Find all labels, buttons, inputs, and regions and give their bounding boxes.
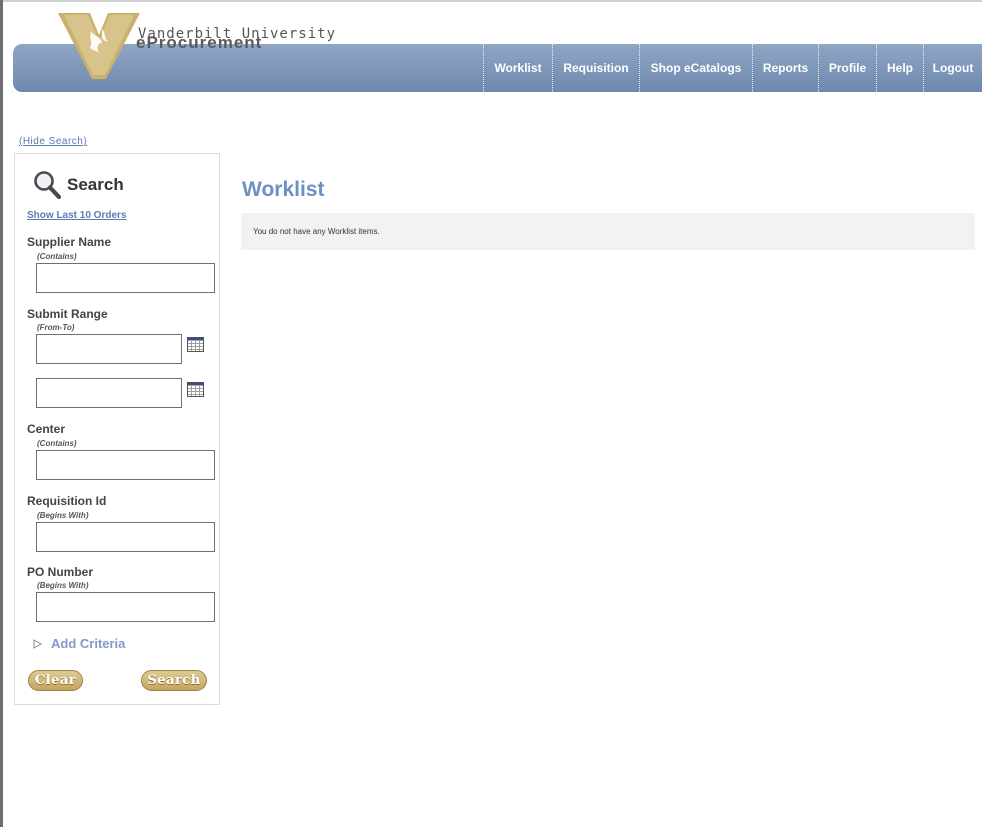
submit-range-from-input[interactable] [36, 334, 182, 364]
brand-subtitle: eProcurement [136, 33, 263, 52]
requisition-id-hint: (Begins With) [37, 511, 89, 520]
worklist-empty-message: You do not have any Worklist items. [253, 227, 380, 236]
supplier-name-label: Supplier Name [27, 235, 112, 249]
supplier-name-hint: (Contains) [37, 252, 77, 261]
show-last-10-orders-link[interactable]: Show Last 10 Orders [27, 210, 126, 221]
nav-help[interactable]: Help [876, 44, 923, 92]
magnifier-icon [34, 171, 62, 200]
nav-requisition[interactable]: Requisition [552, 44, 639, 92]
po-number-hint: (Begins With) [37, 581, 89, 590]
hide-search-link[interactable]: (Hide Search) [19, 136, 87, 147]
vanderbilt-logo [58, 13, 140, 79]
search-button[interactable]: Search [141, 670, 207, 691]
clear-button[interactable]: Clear [28, 670, 83, 691]
po-number-input[interactable] [36, 592, 215, 622]
nav-profile[interactable]: Profile [818, 44, 876, 92]
window-left-edge [0, 0, 3, 827]
submit-range-hint: (From-To) [37, 323, 75, 332]
worklist-message-box: You do not have any Worklist items. [241, 213, 975, 250]
nav-shop-ecatalogs[interactable]: Shop eCatalogs [639, 44, 752, 92]
center-input[interactable] [36, 450, 215, 480]
submit-range-label: Submit Range [27, 307, 108, 321]
search-panel: Search Show Last 10 Orders Supplier Name… [14, 153, 220, 705]
center-hint: (Contains) [37, 439, 77, 448]
search-title: Search [67, 175, 124, 194]
po-number-label: PO Number [27, 565, 94, 579]
nav-reports[interactable]: Reports [752, 44, 818, 92]
calendar-icon[interactable] [187, 382, 204, 397]
calendar-icon[interactable] [187, 337, 204, 352]
search-header: Search [32, 170, 124, 200]
nav-logout[interactable]: Logout [923, 44, 982, 92]
add-criteria-label: Add Criteria [51, 636, 126, 651]
center-label: Center [27, 422, 66, 436]
triangle-right-icon [33, 638, 42, 649]
nav-menu: Worklist Requisition Shop eCatalogs Repo… [483, 44, 982, 92]
page-title: Worklist [242, 178, 325, 201]
requisition-id-input[interactable] [36, 522, 215, 552]
nav-worklist[interactable]: Worklist [483, 44, 552, 92]
submit-range-to-input[interactable] [36, 378, 182, 408]
add-criteria-link[interactable]: Add Criteria [33, 636, 125, 651]
header: Vanderbilt University eProcurement Workl… [0, 0, 982, 100]
supplier-name-input[interactable] [36, 263, 215, 293]
requisition-id-label: Requisition Id [27, 494, 107, 508]
